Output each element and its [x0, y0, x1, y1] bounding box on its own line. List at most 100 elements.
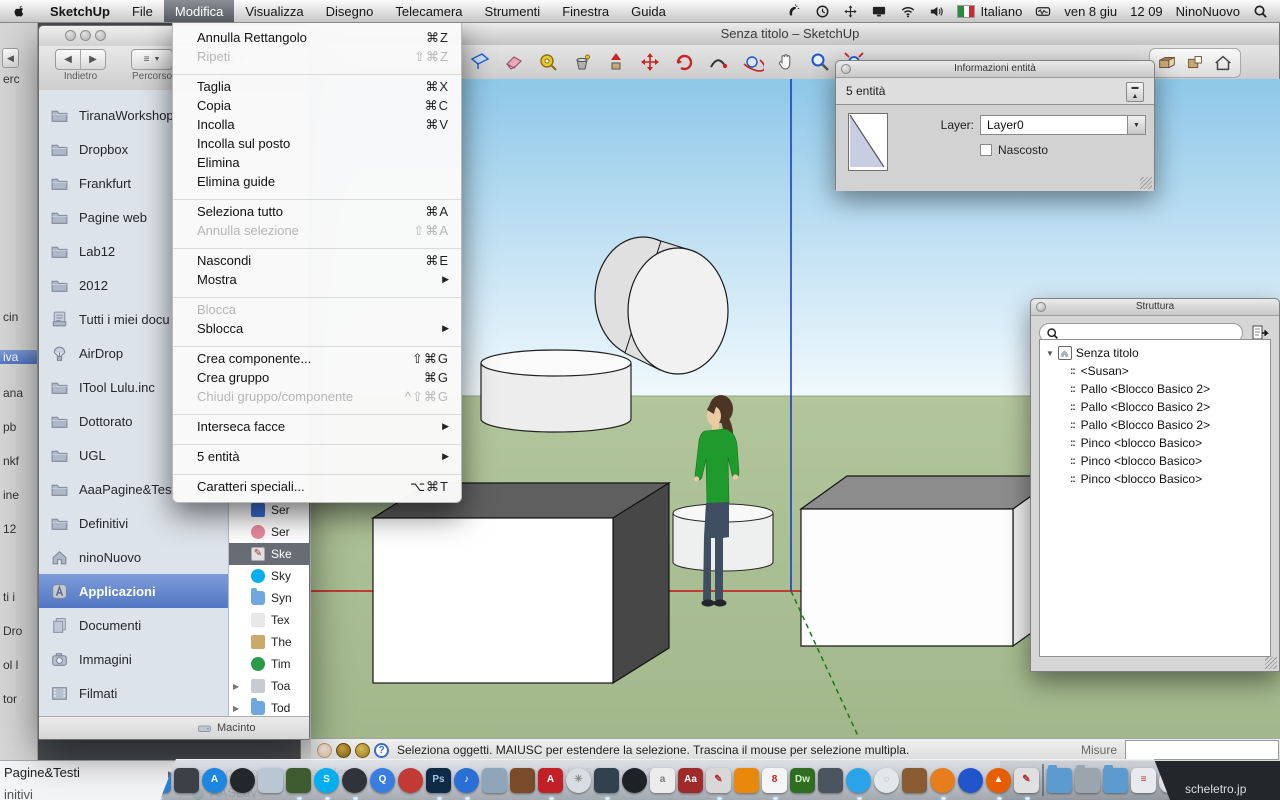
toolbar-tool-button[interactable]	[807, 49, 833, 75]
user-menu[interactable]: NinoNuovo	[1176, 4, 1240, 19]
dock-icon[interactable]: ◌	[874, 768, 899, 793]
file-row[interactable]: ▶ Ske	[229, 543, 309, 565]
edit-menu-item[interactable]: Annulla Rettangolo ⌘Z ▶	[173, 28, 461, 47]
toolbar-tool-button[interactable]	[535, 49, 561, 75]
box-left[interactable]	[373, 483, 669, 683]
file-row[interactable]: ▶ Toa	[229, 675, 309, 697]
edit-menu-item[interactable]: Nascondi ⌘E ▶	[173, 251, 461, 270]
disclosure-icon[interactable]: ▶	[233, 704, 239, 713]
edit-menu-item[interactable]: Incolla sul posto ▶	[173, 134, 461, 153]
file-row[interactable]: ▶ Tod	[229, 697, 309, 717]
tree-item[interactable]: ▼ :: Pallo <Blocco Basico 2>	[1040, 398, 1270, 416]
disclosure-triangle-icon[interactable]: ▼	[1046, 349, 1054, 358]
collapse-toggle[interactable]: ▬▲	[1126, 82, 1144, 102]
outliner-titlebar[interactable]: Struttura	[1031, 299, 1279, 316]
edit-menu-item[interactable]: Crea gruppo ⌘G ▶	[173, 368, 461, 387]
dock-icon[interactable]	[1047, 768, 1072, 793]
tree-item[interactable]: ▼ :: Pinco <blocco Basico>	[1040, 452, 1270, 470]
forward-button[interactable]: ▶	[80, 50, 105, 69]
file-row[interactable]: ▶ The	[229, 631, 309, 653]
dock-icon[interactable]: a	[650, 768, 675, 793]
edit-menu-item[interactable]: ▶	[173, 338, 461, 349]
search-input[interactable]	[1062, 326, 1242, 340]
dock-icon[interactable]: ✎	[1014, 768, 1039, 793]
file-row[interactable]: ▶ Tim	[229, 653, 309, 675]
toolbar-tool-button[interactable]	[773, 49, 799, 75]
close-icon[interactable]	[1036, 302, 1046, 312]
volume-icon[interactable]	[929, 4, 944, 19]
menu-bar-item[interactable]: File	[121, 0, 164, 22]
dock-icon[interactable]: A	[202, 768, 227, 793]
edit-menu-item[interactable]: Caratteri speciali... ⌥⌘T ▶	[173, 477, 461, 496]
measure-input[interactable]	[1125, 740, 1279, 760]
resize-grip[interactable]	[1265, 657, 1277, 669]
menu-bar-item[interactable]: Visualizza	[234, 0, 314, 22]
chevron-down-icon[interactable]: ▼	[1127, 116, 1145, 134]
toolbar-tool-button[interactable]	[705, 49, 731, 75]
dock-icon[interactable]	[958, 768, 983, 793]
toolbar-view-button[interactable]	[1210, 50, 1236, 76]
menu-bar-date[interactable]: ven 8 giu	[1064, 4, 1117, 19]
dock-icon[interactable]: ✎	[706, 768, 731, 793]
dock-icon[interactable]	[482, 768, 507, 793]
edit-menu-item[interactable]: Incolla ⌘V ▶	[173, 115, 461, 134]
edit-menu-item[interactable]: Annulla selezione ⇧⌘A ▶	[173, 221, 461, 240]
dock-icon[interactable]: ≡	[1131, 768, 1156, 793]
dock-icon[interactable]	[286, 768, 311, 793]
menu-bar-item[interactable]: Finestra	[551, 0, 620, 22]
input-language-menu[interactable]: Italiano	[957, 4, 1022, 19]
dock-icon[interactable]: Dw	[790, 768, 815, 793]
spotlight-icon[interactable]	[1253, 4, 1268, 19]
edit-menu-item[interactable]: Elimina guide ▶	[173, 172, 461, 191]
tree-item[interactable]: ▼ :: Pinco <blocco Basico>	[1040, 470, 1270, 488]
cylinder-left[interactable]	[481, 350, 631, 432]
tree-item[interactable]: ▼ :: <Susan>	[1040, 362, 1270, 380]
entity-info-titlebar[interactable]: Informazioni entità	[836, 61, 1154, 78]
edit-menu-item[interactable]: ▶	[173, 191, 461, 202]
wifi-icon[interactable]	[900, 4, 916, 19]
sidebar-item[interactable]: Applicazioni	[39, 574, 228, 608]
dock-icon[interactable]: Aa	[678, 768, 703, 793]
box-right[interactable]	[801, 476, 1059, 646]
dock-icon[interactable]	[594, 768, 619, 793]
tree-item[interactable]: ▼ :: Pallo <Blocco Basico 2>	[1040, 380, 1270, 398]
toolbar-tool-button[interactable]	[637, 49, 663, 75]
edit-menu-item[interactable]: 5 entità ▶	[173, 447, 461, 466]
edit-menu-item[interactable]: Crea componente... ⇧⌘G ▶	[173, 349, 461, 368]
dock-icon[interactable]	[230, 768, 255, 793]
toolbar-tool-button[interactable]	[671, 49, 697, 75]
help-icon[interactable]: ?	[374, 743, 389, 758]
dock-icon[interactable]	[174, 768, 199, 793]
disclosure-icon[interactable]: ▶	[233, 682, 239, 691]
edit-menu-item[interactable]: Mostra ▶	[173, 270, 461, 289]
hidden-checkbox[interactable]	[980, 144, 992, 156]
claim-credit-icon[interactable]	[336, 743, 351, 758]
sidebar-item[interactable]: Definitivi	[39, 506, 228, 540]
toolbar-tool-button[interactable]	[467, 49, 493, 75]
dock-icon[interactable]: ▲	[986, 768, 1011, 793]
back-button[interactable]: ◀	[56, 50, 80, 69]
edit-menu-item[interactable]: ▶	[173, 66, 461, 77]
finder-pathbar[interactable]: Macinto	[39, 716, 309, 739]
sidebar-item[interactable]: Filmati	[39, 676, 228, 710]
zoom-button[interactable]	[95, 30, 106, 41]
dock-icon[interactable]	[622, 768, 647, 793]
menu-bar-item[interactable]: Guida	[620, 0, 677, 22]
menu-bar-item[interactable]: Modifica	[164, 0, 234, 22]
edit-menu-item[interactable]: ▶	[173, 406, 461, 417]
layer-dropdown[interactable]: Layer0 ▼	[980, 115, 1146, 135]
edit-menu-item[interactable]: ▶	[173, 289, 461, 300]
minimize-button[interactable]	[80, 30, 91, 41]
toolbar-view-button[interactable]	[1182, 50, 1208, 76]
menu-bar-item[interactable]: SketchUp	[39, 0, 121, 22]
dock-icon[interactable]: Q	[370, 768, 395, 793]
edit-menu-item[interactable]: ▶	[173, 240, 461, 251]
dock-icon[interactable]	[1103, 768, 1128, 793]
file-row[interactable]: ▶ Ser	[229, 521, 309, 543]
dock-icon[interactable]	[342, 768, 367, 793]
toolbar-tool-button[interactable]	[501, 49, 527, 75]
edit-menu-item[interactable]: Ripeti ⇧⌘Z ▶	[173, 47, 461, 66]
phone-status-icon[interactable]	[787, 4, 802, 19]
edit-menu-item[interactable]: Chiudi gruppo/componente ^⇧⌘G ▶	[173, 387, 461, 406]
dock-icon[interactable]: 8	[762, 768, 787, 793]
